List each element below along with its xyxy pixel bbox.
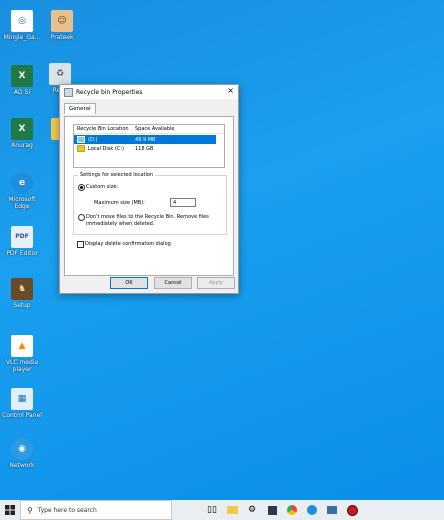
dialog-title: Recycle bin Properties xyxy=(76,88,143,96)
desktop-icon-network[interactable]: ◉ Network xyxy=(0,438,44,469)
desktop-icon-anurag[interactable]: X Anurag xyxy=(0,118,44,149)
record-icon[interactable] xyxy=(342,500,362,520)
settings-group: Settings for selected location Custom si… xyxy=(73,172,227,235)
recycle-bin-icon: ♻ xyxy=(49,63,71,85)
custom-size-radio[interactable] xyxy=(78,184,85,191)
desktop-icon-setup[interactable]: ♞ Setup xyxy=(0,278,44,309)
excel-file-icon: X xyxy=(11,65,33,87)
desktop-icon-pdf-editor[interactable]: PDF PDF Editor xyxy=(0,226,44,257)
taskbar-search[interactable]: ⚲ Type here to search xyxy=(20,500,172,520)
dont-move-radio[interactable] xyxy=(78,214,85,221)
general-panel: Recycle Bin Location Space Available (D:… xyxy=(64,116,234,276)
desktop-icon-vlc[interactable]: ▲ VLC media player xyxy=(0,335,44,373)
desktop-icon-control-panel[interactable]: ▦ Control Panel xyxy=(0,388,44,419)
chrome-icon[interactable] xyxy=(282,500,302,520)
edge-taskbar-icon[interactable] xyxy=(302,500,322,520)
dont-move-label: Don't move files to the Recycle Bin. Rem… xyxy=(86,214,209,220)
custom-size-label: Custom size: xyxy=(86,184,119,190)
excel-file-icon: X xyxy=(11,118,33,140)
user-folder-icon: ☺ xyxy=(51,10,73,32)
dialog-tabs: General xyxy=(64,103,238,114)
network-globe-icon: ◉ xyxy=(11,438,33,460)
close-icon[interactable]: × xyxy=(227,87,234,95)
desktop-icon-mingle[interactable]: ◎ Mingle_Ga... xyxy=(0,10,44,41)
list-item[interactable]: Local Disk (C:) 118 GB xyxy=(74,144,224,153)
pdf-editor-icon: PDF xyxy=(11,226,33,248)
setup-app-icon: ♞ xyxy=(11,278,33,300)
taskbar: ⚲ Type here to search ▯▯ ⚙ xyxy=(0,500,444,520)
location-list-header: Recycle Bin Location Space Available xyxy=(74,125,224,134)
settings-gear-icon[interactable]: ⚙ xyxy=(242,500,262,520)
drive-icon xyxy=(77,136,85,143)
location-list[interactable]: Recycle Bin Location Space Available (D:… xyxy=(73,124,225,168)
confirm-delete-label: Display delete confirmation dialog xyxy=(85,241,171,247)
store-icon[interactable] xyxy=(262,500,282,520)
max-size-label: Maximum size (MB): xyxy=(94,200,145,206)
vlc-cone-icon: ▲ xyxy=(11,335,33,357)
column-location[interactable]: Recycle Bin Location xyxy=(74,126,135,132)
max-size-input[interactable]: 4 xyxy=(170,198,196,207)
dialog-titlebar[interactable]: Recycle bin Properties × xyxy=(60,85,238,99)
dont-move-label-line2: immediately when deleted. xyxy=(86,221,155,227)
confirm-delete-checkbox[interactable] xyxy=(77,241,84,248)
search-icon: ⚲ xyxy=(27,505,33,515)
search-placeholder: Type here to search xyxy=(37,506,97,514)
control-panel-icon: ▦ xyxy=(11,388,33,410)
edge-browser-icon: e xyxy=(11,172,33,194)
drive-icon xyxy=(77,145,85,152)
column-space[interactable]: Space Available xyxy=(135,126,174,132)
ok-button[interactable]: OK xyxy=(110,277,148,289)
tab-general[interactable]: General xyxy=(64,103,96,114)
desktop-icon-prateek[interactable]: ☺ Prateek xyxy=(40,10,84,41)
settings-group-label: Settings for selected location xyxy=(78,172,156,178)
list-item[interactable]: (D:) 49.9 MB xyxy=(74,135,216,144)
photos-icon[interactable] xyxy=(322,500,342,520)
cancel-button[interactable]: Cancel xyxy=(154,277,192,289)
apply-button[interactable]: Apply xyxy=(197,277,235,289)
task-view-icon[interactable]: ▯▯ xyxy=(202,500,222,520)
file-explorer-icon[interactable] xyxy=(222,500,242,520)
desktop-icon-edge[interactable]: e Microsoft Edge xyxy=(0,172,44,210)
start-button[interactable] xyxy=(0,500,20,520)
recycle-bin-small-icon xyxy=(64,87,73,97)
windows-logo-icon xyxy=(5,505,15,515)
recycle-bin-properties-dialog: Recycle bin Properties × General Recycle… xyxy=(59,84,239,294)
mingle-app-icon: ◎ xyxy=(11,10,33,32)
